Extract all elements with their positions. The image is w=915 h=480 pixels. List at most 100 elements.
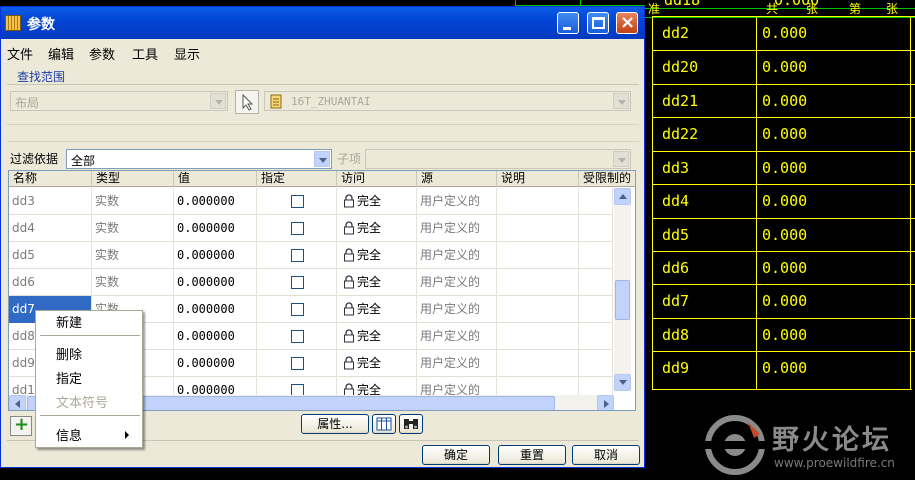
designate-cell[interactable] xyxy=(257,350,337,377)
scroll-up-button[interactable] xyxy=(614,188,631,205)
type-cell[interactable]: 实数 xyxy=(92,188,174,215)
menu-tools[interactable]: 工具 xyxy=(132,44,158,63)
source-cell[interactable]: 用户定义的 xyxy=(417,323,497,350)
access-cell[interactable]: 完全 xyxy=(337,350,417,377)
restricted-cell[interactable] xyxy=(579,188,613,215)
restricted-cell[interactable] xyxy=(579,215,613,242)
restricted-cell[interactable] xyxy=(579,323,613,350)
description-cell[interactable] xyxy=(497,350,579,377)
scroll-left-button[interactable] xyxy=(9,395,26,410)
menu-parameters[interactable]: 参数 xyxy=(89,44,115,63)
name-cell[interactable]: dd4 xyxy=(9,215,92,242)
column-header-source[interactable]: 源 xyxy=(417,171,497,187)
reset-button[interactable]: 重置 xyxy=(498,445,566,465)
close-button[interactable]: × xyxy=(616,12,638,34)
ok-button[interactable]: 确定 xyxy=(422,445,490,465)
select-model-button[interactable] xyxy=(235,90,259,114)
chevron-down-icon[interactable] xyxy=(314,151,330,167)
type-cell[interactable]: 实数 xyxy=(92,242,174,269)
scroll-thumb[interactable] xyxy=(615,280,630,320)
maximize-button[interactable] xyxy=(587,12,609,34)
description-cell[interactable] xyxy=(497,215,579,242)
source-cell[interactable]: 用户定义的 xyxy=(417,296,497,323)
designate-cell[interactable] xyxy=(257,242,337,269)
chevron-down-icon[interactable] xyxy=(613,151,629,167)
value-cell[interactable]: 0.000000 xyxy=(174,296,257,323)
access-cell[interactable]: 完全 xyxy=(337,296,417,323)
column-header-access[interactable]: 访问 xyxy=(337,171,417,187)
designate-checkbox[interactable] xyxy=(291,222,304,235)
value-cell[interactable]: 0.000000 xyxy=(174,188,257,215)
column-header-designate[interactable]: 指定 xyxy=(257,171,337,187)
column-header-name[interactable]: 名称 xyxy=(9,171,92,187)
value-cell[interactable]: 0.000000 xyxy=(174,350,257,377)
add-parameter-button[interactable]: + xyxy=(10,414,32,436)
name-cell[interactable]: dd3 xyxy=(9,188,92,215)
chevron-down-icon[interactable] xyxy=(613,93,629,109)
table-row[interactable]: dd5 实数 0.000000 完全 用户定义的 xyxy=(9,242,613,269)
source-cell[interactable]: 用户定义的 xyxy=(417,188,497,215)
designate-checkbox[interactable] xyxy=(291,303,304,316)
restricted-cell[interactable] xyxy=(579,296,613,323)
description-cell[interactable] xyxy=(497,323,579,350)
ctx-info[interactable]: 信息 xyxy=(56,425,82,444)
description-cell[interactable] xyxy=(497,242,579,269)
minimize-button[interactable] xyxy=(557,12,579,34)
filter-select[interactable]: 全部 xyxy=(66,149,332,169)
ctx-new[interactable]: 新建 xyxy=(56,312,82,331)
column-header-restricted[interactable]: 受限制的 xyxy=(579,171,635,187)
access-cell[interactable]: 完全 xyxy=(337,269,417,296)
find-button[interactable] xyxy=(399,414,423,434)
properties-button[interactable]: 属性... xyxy=(301,414,369,434)
source-cell[interactable]: 用户定义的 xyxy=(417,269,497,296)
menu-view[interactable]: 显示 xyxy=(174,44,200,63)
value-cell[interactable]: 0.000000 xyxy=(174,215,257,242)
table-row[interactable]: dd4 实数 0.000000 完全 用户定义的 xyxy=(9,215,613,242)
description-cell[interactable] xyxy=(497,188,579,215)
chevron-down-icon[interactable] xyxy=(210,93,226,109)
table-row[interactable]: dd6 实数 0.000000 完全 用户定义的 xyxy=(9,269,613,296)
menu-file[interactable]: 文件 xyxy=(7,44,33,63)
column-header-value[interactable]: 值 xyxy=(174,171,257,187)
access-cell[interactable]: 完全 xyxy=(337,242,417,269)
designate-checkbox[interactable] xyxy=(291,276,304,289)
name-cell[interactable]: dd6 xyxy=(9,269,92,296)
title-bar[interactable]: 参数 × xyxy=(1,7,644,39)
designate-cell[interactable] xyxy=(257,215,337,242)
scope-type-select[interactable]: 布局 xyxy=(10,91,228,111)
ctx-delete[interactable]: 删除 xyxy=(56,344,82,363)
scroll-right-button[interactable] xyxy=(597,395,614,410)
restricted-cell[interactable] xyxy=(579,350,613,377)
access-cell[interactable]: 完全 xyxy=(337,323,417,350)
cancel-button[interactable]: 取消 xyxy=(572,445,640,465)
designate-checkbox[interactable] xyxy=(291,330,304,343)
type-cell[interactable]: 实数 xyxy=(92,215,174,242)
designate-checkbox[interactable] xyxy=(291,357,304,370)
designate-cell[interactable] xyxy=(257,269,337,296)
table-row[interactable]: dd3 实数 0.000000 完全 用户定义的 xyxy=(9,188,613,215)
restricted-cell[interactable] xyxy=(579,242,613,269)
column-header-type[interactable]: 类型 xyxy=(92,171,174,187)
type-cell[interactable]: 实数 xyxy=(92,269,174,296)
access-cell[interactable]: 完全 xyxy=(337,188,417,215)
source-cell[interactable]: 用户定义的 xyxy=(417,242,497,269)
designate-cell[interactable] xyxy=(257,188,337,215)
value-cell[interactable]: 0.000000 xyxy=(174,269,257,296)
menu-edit[interactable]: 编辑 xyxy=(48,44,74,63)
access-cell[interactable]: 完全 xyxy=(337,215,417,242)
vertical-scrollbar[interactable] xyxy=(614,188,631,391)
scope-model-select[interactable]: 16T_ZHUANTAI xyxy=(264,91,631,111)
source-cell[interactable]: 用户定义的 xyxy=(417,350,497,377)
designate-cell[interactable] xyxy=(257,323,337,350)
table-columns-button[interactable] xyxy=(372,414,396,434)
description-cell[interactable] xyxy=(497,269,579,296)
value-cell[interactable]: 0.000000 xyxy=(174,323,257,350)
description-cell[interactable] xyxy=(497,296,579,323)
value-cell[interactable]: 0.000000 xyxy=(174,242,257,269)
name-cell[interactable]: dd5 xyxy=(9,242,92,269)
source-cell[interactable]: 用户定义的 xyxy=(417,215,497,242)
designate-cell[interactable] xyxy=(257,296,337,323)
scroll-down-button[interactable] xyxy=(614,374,631,391)
ctx-assign[interactable]: 指定 xyxy=(56,368,82,387)
subitem-select[interactable] xyxy=(365,149,631,169)
